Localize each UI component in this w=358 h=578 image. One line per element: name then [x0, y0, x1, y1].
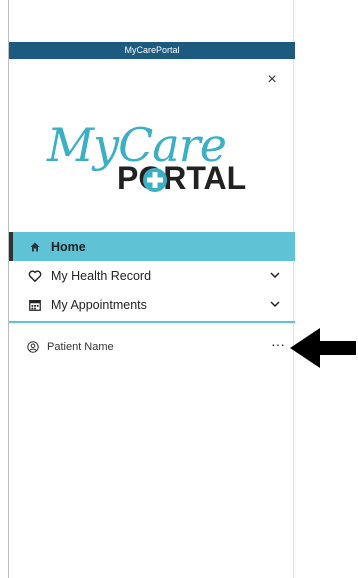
nav-item-label: My Health Record — [51, 268, 152, 283]
side-menu-panel: MyCarePortal × MyCare PORTAL Home My Hea… — [8, 0, 295, 578]
app-title: MyCarePortal — [124, 45, 180, 55]
patient-name: Patient Name — [47, 341, 114, 353]
nav-item-label: My Appointments — [51, 297, 147, 312]
calendar-icon — [27, 297, 43, 313]
user-circle-icon — [27, 341, 39, 353]
home-icon — [27, 239, 43, 255]
mycare-portal-logo: MyCare PORTAL — [47, 118, 262, 200]
chevron-down-icon[interactable] — [269, 269, 281, 281]
plus-icon — [143, 168, 167, 192]
more-icon[interactable]: ··· — [271, 337, 285, 351]
arrow-icon — [290, 328, 356, 368]
nav-menu: Home My Health Record My Appointments — [9, 232, 295, 319]
app-title-bar: MyCarePortal — [9, 42, 295, 59]
close-icon[interactable]: × — [264, 72, 280, 88]
chevron-down-icon[interactable] — [269, 298, 281, 310]
nav-item-home[interactable]: Home — [9, 232, 295, 261]
logo-text-portal: PORTAL — [117, 160, 247, 196]
patient-row[interactable]: Patient Name — [27, 337, 289, 357]
nav-item-my-health-record[interactable]: My Health Record — [9, 261, 295, 290]
nav-item-my-appointments[interactable]: My Appointments — [9, 290, 295, 319]
heart-icon — [27, 268, 43, 284]
nav-item-label: Home — [51, 239, 86, 254]
divider — [9, 321, 295, 323]
